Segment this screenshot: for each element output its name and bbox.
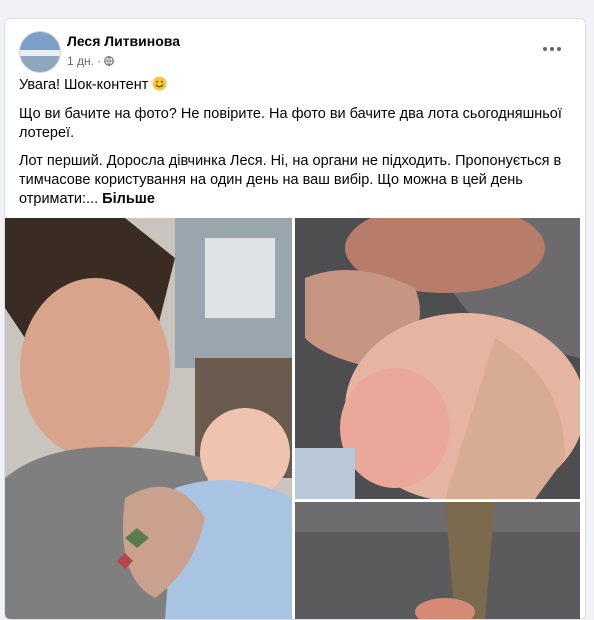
smile-emoji-icon: [152, 76, 167, 91]
dot-icon: [557, 47, 561, 51]
photo-baby-closeup: [295, 218, 580, 499]
dot-icon: [543, 47, 547, 51]
post-time[interactable]: 1 дн.: [67, 54, 94, 68]
more-options-button[interactable]: [537, 37, 567, 61]
see-more-link[interactable]: Більше: [102, 191, 155, 207]
avatar[interactable]: [19, 31, 61, 73]
post-photo-1[interactable]: [5, 218, 292, 619]
post-text-paragraph-2: Що ви бачите на фото? Не повірите. На фо…: [19, 106, 562, 141]
post-text-paragraph-1: Увага! Шок-контент: [19, 76, 571, 95]
photo-woman-partial: [295, 502, 580, 619]
post-photo-3[interactable]: [295, 502, 580, 619]
globe-icon: [104, 56, 114, 66]
post-card: Леся Литвинова 1 дн. · Увага! Шок-контен…: [4, 18, 586, 620]
dot-icon: [550, 47, 554, 51]
photo-woman-holding-baby: [5, 218, 292, 619]
photo-grid: [5, 218, 585, 619]
post-photo-2[interactable]: [295, 218, 580, 499]
post-text-paragraph-3: Лот перший. Доросла дівчинка Леся. Ні, н…: [19, 153, 562, 207]
post-meta: 1 дн. ·: [67, 54, 114, 68]
author-name[interactable]: Леся Литвинова: [67, 33, 180, 49]
post-header: Леся Литвинова 1 дн. ·: [19, 29, 571, 73]
